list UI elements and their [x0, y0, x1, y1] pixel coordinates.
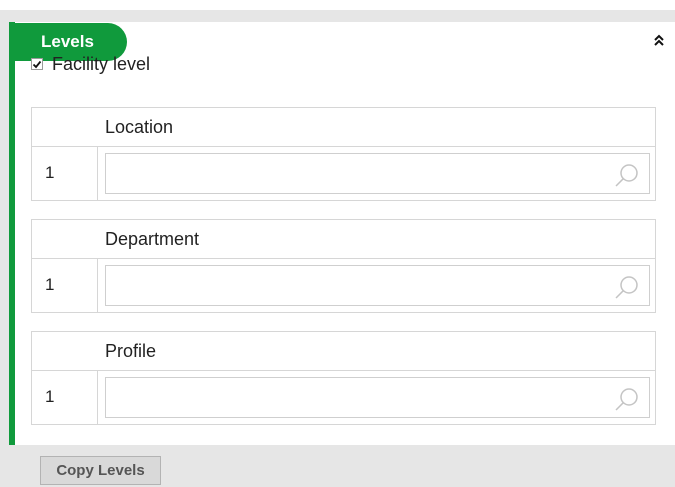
search-icon[interactable]	[614, 275, 640, 299]
location-table: Location 1	[31, 107, 656, 201]
search-icon[interactable]	[614, 163, 640, 187]
profile-row-number: 1	[45, 387, 55, 406]
department-table: Department 1	[31, 219, 656, 313]
double-chevron-up-icon[interactable]	[651, 32, 667, 50]
profile-header: Profile	[32, 332, 655, 371]
profile-table: Profile 1	[31, 331, 656, 425]
checkmark-icon	[32, 60, 42, 68]
facility-level-checkbox[interactable]	[31, 58, 43, 70]
facility-level-label: Facility level	[52, 53, 151, 74]
profile-header-label: Profile	[105, 341, 157, 361]
location-row-number: 1	[45, 163, 55, 182]
location-header: Location	[32, 108, 655, 147]
profile-search-input[interactable]	[105, 377, 650, 418]
column-divider	[97, 370, 98, 424]
top-strip	[0, 0, 675, 10]
copy-levels-button[interactable]: Copy Levels	[40, 456, 161, 485]
department-header-label: Department	[105, 229, 200, 249]
column-divider	[97, 258, 98, 312]
column-divider	[97, 146, 98, 200]
accent-bar	[9, 22, 15, 445]
department-header: Department	[32, 220, 655, 259]
department-row-number: 1	[45, 275, 55, 294]
department-search-input[interactable]	[105, 265, 650, 306]
location-search-input[interactable]	[105, 153, 650, 194]
location-header-label: Location	[105, 117, 174, 137]
search-icon[interactable]	[614, 387, 640, 411]
facility-level-row[interactable]: Facility level	[31, 52, 150, 76]
